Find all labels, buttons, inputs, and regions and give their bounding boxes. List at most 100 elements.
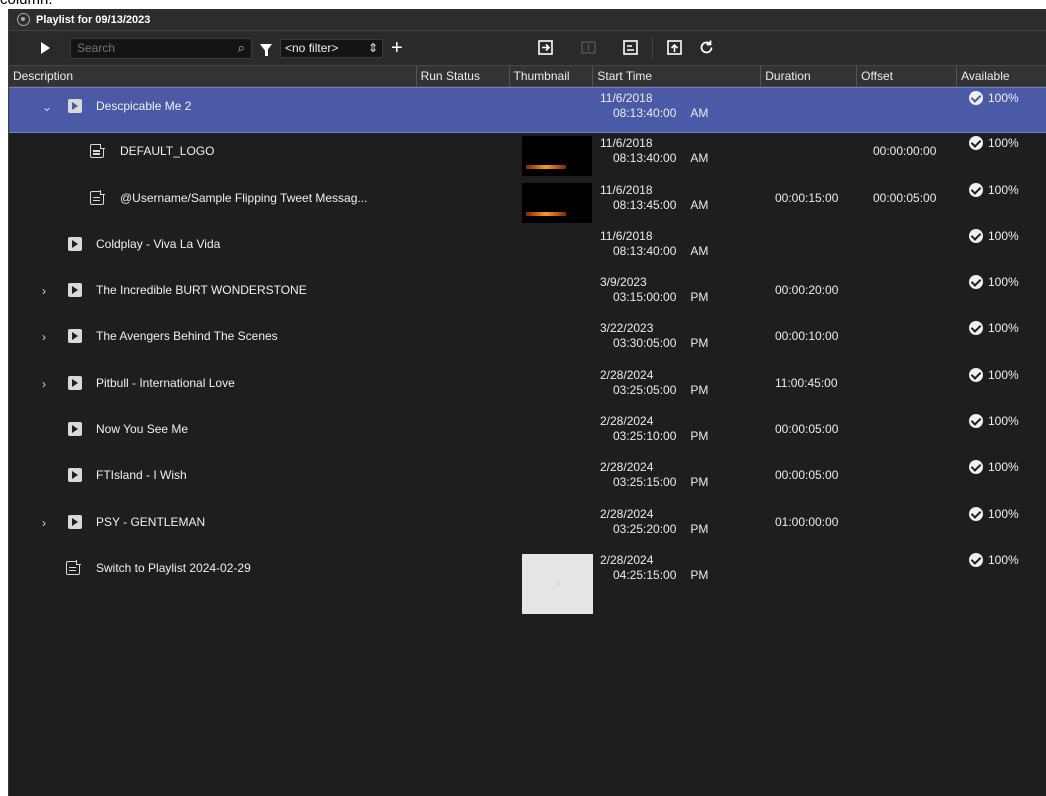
duration-value: 00:00:10:00 bbox=[775, 329, 839, 344]
chevron-right-icon[interactable]: › bbox=[42, 284, 46, 298]
start-ampm: AM bbox=[690, 243, 709, 258]
table-row[interactable]: › The Incredible BURT WONDERSTONE 3/9/20… bbox=[9, 272, 1046, 318]
column-start-time[interactable]: Start Time bbox=[593, 66, 762, 86]
search-field[interactable]: ⌕ bbox=[70, 37, 252, 59]
availability-value: 100% bbox=[988, 321, 1019, 336]
start-date: 2/28/2024 bbox=[600, 460, 654, 475]
toolbar-divider bbox=[652, 37, 653, 59]
check-circle-icon bbox=[969, 182, 983, 197]
chevron-right-icon[interactable]: › bbox=[42, 516, 46, 530]
start-time: 3/9/2023 03:15:00:00 PM bbox=[600, 275, 708, 305]
column-thumbnail[interactable]: Thumbnail bbox=[510, 66, 594, 86]
thumbnail bbox=[522, 182, 592, 223]
dropdown-arrows-icon: ⇕ bbox=[367, 41, 378, 55]
availability: 100% bbox=[969, 228, 1019, 243]
column-offset[interactable]: Offset bbox=[857, 66, 958, 86]
availability: 100% bbox=[969, 182, 1019, 197]
table-row[interactable]: Switch to Playlist 2024-02-29 ⁘ 2/28/202… bbox=[9, 550, 1046, 620]
filter-dropdown[interactable]: <no filter> ⇕ bbox=[280, 38, 383, 58]
column-available[interactable]: Available bbox=[957, 66, 1046, 86]
availability: 100% bbox=[969, 91, 1019, 105]
check-circle-icon bbox=[969, 367, 983, 382]
export-icon[interactable] bbox=[622, 39, 639, 56]
video-icon bbox=[68, 329, 82, 344]
start-ampm: PM bbox=[690, 429, 709, 444]
filter-value: <no filter> bbox=[285, 41, 339, 55]
start-ampm: PM bbox=[690, 475, 709, 490]
start-time: 11/6/2018 08:13:45:00 AM bbox=[600, 183, 708, 213]
duration-value: 00:00:15:00 bbox=[775, 190, 839, 205]
table-row[interactable]: FTIsland - I Wish 2/28/2024 03:25:15:00 P… bbox=[9, 457, 1046, 503]
insert-disabled-icon[interactable] bbox=[580, 39, 597, 56]
row-label: Descpicable Me 2 bbox=[96, 99, 192, 113]
column-description[interactable]: Description bbox=[9, 66, 417, 86]
duration-value: 00:00:20:00 bbox=[775, 283, 839, 298]
availability-value: 100% bbox=[988, 552, 1019, 567]
start-date: 3/9/2023 bbox=[600, 275, 647, 290]
start-clock: 08:13:40:00 bbox=[613, 106, 677, 120]
availability: 100% bbox=[969, 275, 1019, 290]
availability: 100% bbox=[969, 460, 1019, 475]
start-time: 3/22/2023 03:30:05:00 PM bbox=[600, 321, 708, 351]
availability-value: 100% bbox=[988, 91, 1019, 105]
start-time: 2/28/2024 03:25:15:00 PM bbox=[600, 460, 708, 490]
toolbar: ⌕ <no filter> ⇕ + bbox=[9, 31, 1046, 65]
upload-icon[interactable] bbox=[666, 39, 683, 56]
table-row[interactable]: @Username/Sample Flipping Tweet Messag..… bbox=[9, 180, 1046, 226]
playlist-window: Playlist for 09/13/2023 ⌕ <no filter> ⇕ … bbox=[8, 9, 1046, 796]
table-row[interactable]: Now You See Me 2/28/2024 03:25:10:00 PM 0… bbox=[9, 411, 1046, 457]
offset-value: 00:00:05:00 bbox=[873, 190, 937, 205]
column-run-status[interactable]: Run Status bbox=[417, 66, 510, 86]
row-label: @Username/Sample Flipping Tweet Messag..… bbox=[120, 190, 368, 205]
check-circle-icon bbox=[969, 136, 983, 151]
table-row[interactable]: › The Avengers Behind The Scenes 3/22/20… bbox=[9, 318, 1046, 364]
start-ampm: PM bbox=[690, 290, 709, 305]
table-row[interactable]: Coldplay - Viva La Vida 11/6/2018 08:13:… bbox=[9, 226, 1046, 272]
check-circle-icon bbox=[969, 460, 983, 475]
availability-value: 100% bbox=[988, 460, 1019, 475]
document-icon bbox=[66, 560, 81, 575]
table-row[interactable]: ⌄ Descpicable Me 2 11/6/2018 08:13:40:00… bbox=[9, 87, 1046, 134]
thumbnail bbox=[522, 136, 592, 177]
row-label: The Incredible BURT WONDERSTONE bbox=[96, 283, 307, 298]
video-icon bbox=[68, 283, 82, 298]
video-icon bbox=[68, 514, 82, 529]
table-row[interactable]: DEFAULT_LOGO 11/6/2018 08:13:40:00 AM 00:… bbox=[9, 133, 1046, 179]
window-titlebar: Playlist for 09/13/2023 bbox=[9, 9, 1046, 31]
start-ampm: PM bbox=[690, 336, 709, 351]
search-icon[interactable]: ⌕ bbox=[238, 40, 245, 56]
search-input[interactable] bbox=[77, 41, 238, 55]
cropped-caption-text: column. bbox=[0, 0, 53, 9]
row-label: The Avengers Behind The Scenes bbox=[96, 329, 278, 344]
row-label: DEFAULT_LOGO bbox=[120, 144, 215, 159]
refresh-icon[interactable] bbox=[698, 39, 715, 56]
chevron-down-icon[interactable]: ⌄ bbox=[42, 100, 52, 114]
import-icon[interactable] bbox=[537, 39, 554, 56]
start-date: 11/6/2018 bbox=[600, 91, 653, 105]
chevron-right-icon[interactable]: › bbox=[42, 330, 46, 344]
start-ampm: AM bbox=[690, 106, 709, 120]
filter-icon[interactable] bbox=[260, 44, 272, 56]
chevron-right-icon[interactable]: › bbox=[42, 377, 46, 391]
start-date: 11/6/2018 bbox=[600, 182, 653, 197]
start-clock: 08:13:40:00 bbox=[613, 151, 677, 166]
start-date: 2/28/2024 bbox=[600, 367, 654, 382]
availability: 100% bbox=[969, 506, 1019, 521]
table-row[interactable]: › Pitbull - International Love 2/28/2024… bbox=[9, 365, 1046, 411]
play-icon[interactable] bbox=[41, 42, 50, 54]
video-icon bbox=[68, 468, 82, 483]
start-clock: 03:25:05:00 bbox=[613, 382, 677, 397]
add-button[interactable]: + bbox=[391, 38, 403, 58]
video-icon bbox=[68, 99, 82, 113]
start-date: 11/6/2018 bbox=[600, 136, 653, 151]
availability: 100% bbox=[969, 552, 1019, 567]
row-label: Pitbull - International Love bbox=[96, 375, 235, 390]
table-row[interactable]: › PSY - GENTLEMAN 2/28/2024 03:25:20:00 P… bbox=[9, 504, 1046, 550]
start-clock: 03:25:15:00 bbox=[613, 475, 677, 490]
availability-value: 100% bbox=[988, 414, 1019, 429]
start-clock: 03:25:20:00 bbox=[613, 521, 677, 536]
start-ampm: PM bbox=[690, 382, 709, 397]
column-duration[interactable]: Duration bbox=[761, 66, 858, 86]
start-date: 2/28/2024 bbox=[600, 414, 654, 429]
thumbnail-placeholder: ⁘ bbox=[522, 553, 593, 614]
